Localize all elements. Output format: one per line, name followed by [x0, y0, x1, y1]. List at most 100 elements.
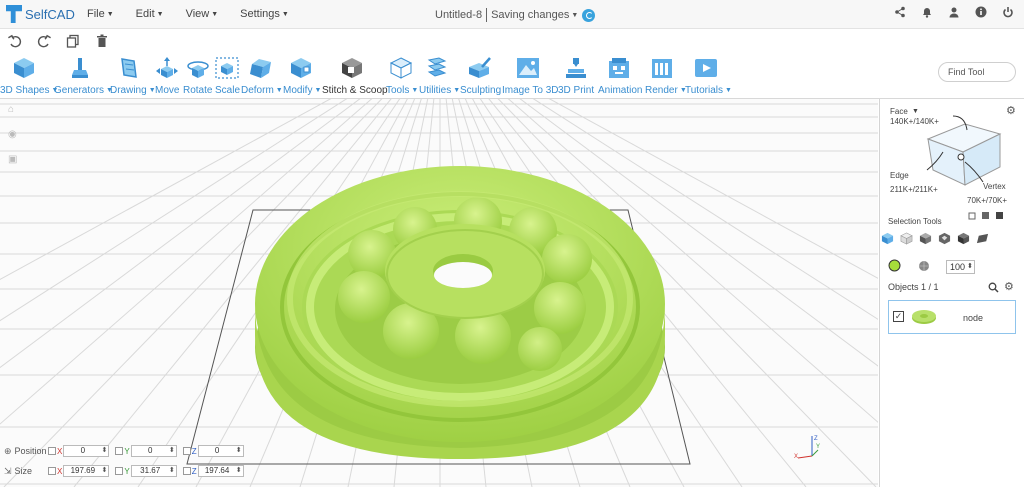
sphere-select-icon[interactable]	[918, 260, 930, 272]
svg-text:Z: Z	[814, 436, 818, 442]
deform-icon	[250, 59, 271, 78]
tool-sculpting[interactable]: Sculpting	[460, 55, 501, 99]
tool-deform[interactable]: Deform ▼	[240, 55, 283, 99]
image-to-3d-icon	[517, 58, 539, 78]
size-x-checkbox[interactable]	[48, 467, 56, 475]
position-row: ⊕Position X 0 Y 0 Z 0	[0, 441, 250, 461]
redo-icon[interactable]	[36, 34, 52, 50]
undo-icon[interactable]	[7, 34, 23, 50]
tool-rotate[interactable]: Rotate	[182, 55, 214, 99]
selection-tools	[881, 232, 995, 245]
find-tool-input[interactable]: Find Tool	[938, 62, 1016, 82]
tool-render-label: Render ▼	[645, 85, 687, 96]
tool-tutorials-label: Tutorials ▼	[685, 85, 732, 96]
delete-icon[interactable]	[94, 34, 110, 50]
object-list-item[interactable]: ✓ node	[888, 300, 1016, 334]
tools-icon	[389, 57, 413, 79]
tool-animation[interactable]: Animation	[596, 55, 642, 99]
vertex-label[interactable]: Vertex	[983, 182, 1006, 191]
modify-icon	[291, 58, 311, 78]
save-status[interactable]: Saving changes	[491, 9, 569, 21]
tool-utilities[interactable]: Utilities ▼	[419, 55, 461, 99]
position-y-input[interactable]: 0	[130, 445, 177, 457]
size-z-input[interactable]: 197.64	[197, 465, 244, 477]
size-y-input[interactable]: 31.67	[130, 465, 177, 477]
tool-3d-shapes[interactable]: 3D Shapes ▼	[0, 55, 58, 99]
position-z-checkbox[interactable]	[182, 447, 191, 455]
3d-viewport[interactable]: ⌂ ◉ ▣ Z X Y	[0, 99, 878, 487]
tool-3d-shapes-label: 3D Shapes ▼	[0, 85, 59, 96]
objects-settings-icon[interactable]: ⚙	[1004, 280, 1014, 293]
tool-scale-label: Scale	[215, 85, 241, 96]
tool-drawing[interactable]: Drawing ▼	[108, 55, 156, 99]
menu-view[interactable]: View ▼	[186, 8, 219, 20]
size-z-checkbox[interactable]	[182, 467, 191, 475]
size-y-checkbox[interactable]	[115, 467, 124, 475]
vertex-select-icon[interactable]	[957, 232, 970, 245]
plane-select-icon[interactable]	[976, 232, 989, 245]
tool-tutorials[interactable]: Tutorials ▼	[683, 55, 732, 99]
position-y-checkbox[interactable]	[115, 447, 124, 455]
sculpting-icon	[469, 57, 491, 78]
bearing-model[interactable]	[0, 99, 878, 487]
position-x-input[interactable]: 0	[63, 445, 110, 457]
selection-extra-icons	[968, 212, 1003, 220]
camera-icon[interactable]: ◉	[8, 130, 18, 140]
position-z-input[interactable]: 0	[197, 445, 244, 457]
wireframe-select-icon[interactable]	[900, 232, 913, 245]
chevron-down-icon[interactable]: ▼	[571, 12, 578, 19]
size-x-input[interactable]: 197.69	[63, 465, 110, 477]
bell-icon[interactable]	[921, 6, 933, 18]
tutorials-icon	[695, 59, 717, 77]
divider	[486, 8, 488, 22]
face-select-icon[interactable]	[919, 232, 932, 245]
edge-label[interactable]: Edge	[890, 171, 909, 180]
tool-modify-label: Modify ▼	[283, 85, 322, 96]
selection-color-swatch[interactable]	[888, 259, 901, 272]
svg-text:Y: Y	[816, 444, 820, 450]
tool-scale[interactable]: Scale	[214, 55, 240, 99]
search-icon[interactable]	[988, 282, 999, 293]
tool-tools[interactable]: Tools ▼	[385, 55, 419, 99]
selection-mode-cube[interactable]	[915, 112, 1015, 187]
objects-count-label: Objects 1 / 1	[888, 282, 939, 292]
cube-icon	[14, 58, 34, 78]
stepper-icon[interactable]: ⬍	[967, 262, 973, 270]
tool-generators[interactable]: Generators ▼	[52, 55, 113, 99]
user-icon[interactable]	[948, 6, 960, 18]
sync-icon	[582, 8, 596, 22]
move-icon	[156, 57, 178, 78]
home-icon[interactable]: ⌂	[8, 105, 18, 115]
tool-image-to-3d-label: Image To 3D	[502, 85, 559, 96]
fullscreen-icon[interactable]: ▣	[8, 155, 18, 165]
render-icon	[652, 59, 672, 78]
vertex-count: 70K+/70K+	[967, 196, 1008, 205]
tool-image-to-3d[interactable]: Image To 3D	[501, 55, 559, 99]
document-title[interactable]: Untitled-8	[435, 9, 482, 21]
copy-icon[interactable]	[65, 34, 81, 50]
object-thumbnail	[912, 310, 936, 324]
document-status: Untitled-8 Saving changes ▼	[435, 8, 596, 22]
position-x-checkbox[interactable]	[48, 447, 56, 455]
tool-stitch-scoop[interactable]: Stitch & Scoop	[322, 55, 388, 99]
share-icon[interactable]	[894, 6, 906, 18]
selfcad-logo[interactable]: SelfCAD	[6, 5, 76, 23]
object-visibility-checkbox[interactable]: ✓	[893, 311, 904, 322]
info-icon[interactable]	[975, 6, 987, 18]
tool-utilities-label: Utilities ▼	[419, 85, 461, 96]
menu-edit[interactable]: Edit ▼	[136, 8, 164, 20]
position-icon: ⊕	[4, 445, 12, 456]
cube-select-icon[interactable]	[881, 232, 894, 245]
tool-move[interactable]: Move	[152, 55, 182, 99]
viewport-side-icons: ⌂ ◉ ▣	[8, 105, 18, 180]
edge-select-icon[interactable]	[938, 232, 951, 245]
tool-move-label: Move	[155, 85, 180, 96]
tool-modify[interactable]: Modify ▼	[282, 55, 322, 99]
main-toolbar: 3D Shapes ▼ Generators ▼ Drawing ▼ Move Rot…	[0, 55, 1024, 99]
tool-3d-print[interactable]: 3D Print	[556, 55, 596, 99]
selection-tools-label: Selection Tools	[888, 217, 942, 226]
tool-render[interactable]: Render ▼	[643, 55, 687, 99]
menu-file[interactable]: File ▼	[87, 8, 114, 20]
power-icon[interactable]	[1002, 6, 1014, 18]
menu-settings[interactable]: Settings ▼	[240, 8, 289, 20]
